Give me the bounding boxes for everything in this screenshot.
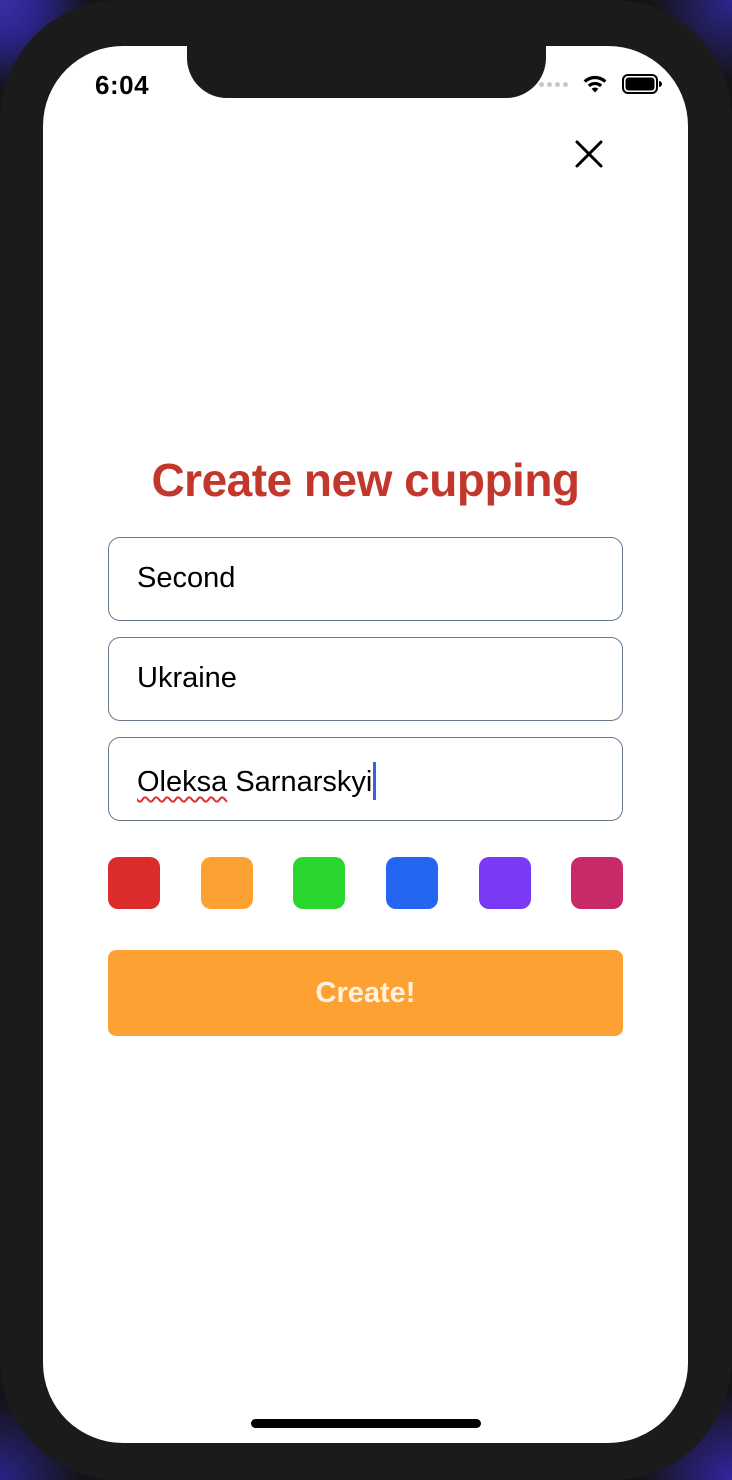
notch	[187, 46, 546, 98]
text-caret	[373, 762, 377, 800]
host-input[interactable]: Oleksa Sarnarskyi	[108, 737, 623, 821]
name-input-value: Second	[137, 562, 236, 594]
color-swatch-red[interactable]	[108, 857, 160, 909]
color-swatch-magenta[interactable]	[571, 857, 623, 909]
color-swatch-blue[interactable]	[386, 857, 438, 909]
country-input-value: Ukraine	[137, 662, 237, 694]
screen: 6:04 Create new cupping Second Ukraine O…	[43, 46, 688, 1443]
battery-icon	[622, 74, 662, 94]
wifi-icon	[583, 75, 607, 93]
close-icon[interactable]	[571, 136, 607, 172]
name-input[interactable]: Second	[108, 537, 623, 621]
color-swatch-green[interactable]	[293, 857, 345, 909]
color-swatch-orange[interactable]	[201, 857, 253, 909]
home-indicator	[251, 1419, 481, 1428]
status-time: 6:04	[95, 70, 150, 100]
signal-icon	[539, 81, 568, 87]
country-input[interactable]: Ukraine	[108, 637, 623, 721]
color-swatch-purple[interactable]	[479, 857, 531, 909]
host-input-rest: Sarnarskyi	[227, 766, 373, 798]
page-title: Create new cupping	[151, 454, 580, 506]
create-button[interactable]: Create!	[108, 950, 623, 1036]
misspelled-word: Oleksa	[137, 766, 228, 798]
host-input-value: Oleksa Sarnarskyi	[137, 762, 377, 800]
status-icons	[539, 74, 662, 94]
